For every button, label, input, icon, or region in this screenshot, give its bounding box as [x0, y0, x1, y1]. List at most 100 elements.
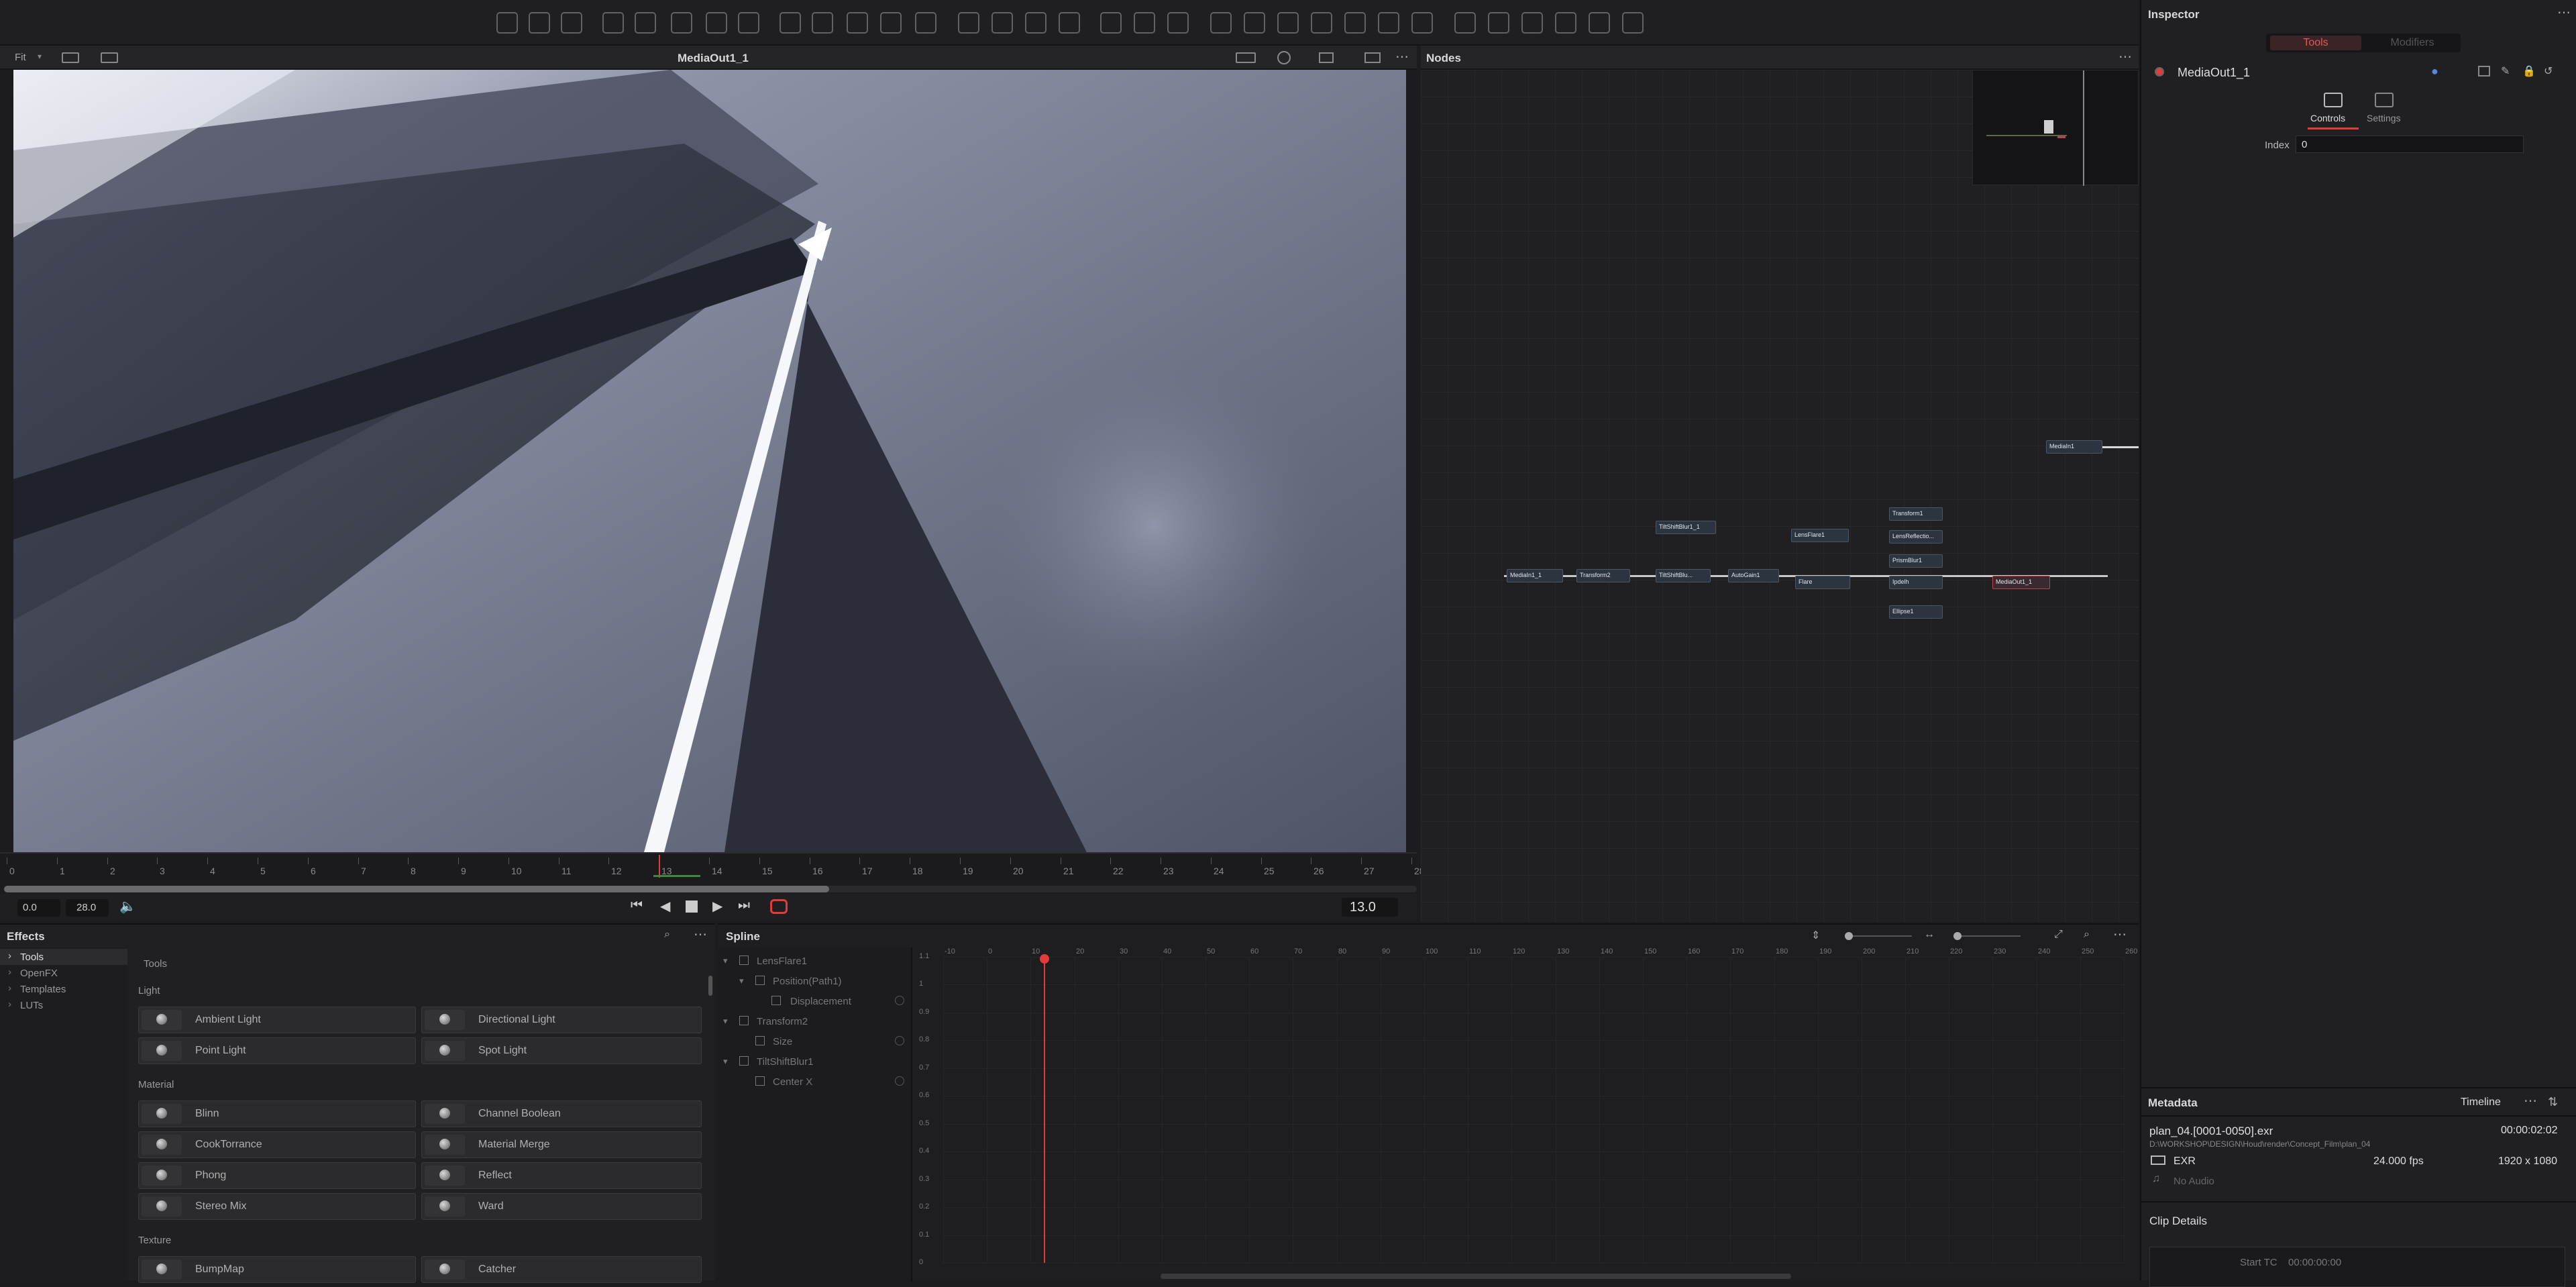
tool-directional-light[interactable]: Directional Light	[421, 1007, 702, 1033]
viewer-lut-icon[interactable]	[101, 52, 118, 63]
node-navigator[interactable]	[1972, 70, 2139, 186]
global-start-field[interactable]: 0.0	[17, 899, 60, 917]
macro-tool-icon[interactable]	[1555, 12, 1576, 34]
saver-tool-icon[interactable]	[1521, 12, 1543, 34]
tree-item-tools[interactable]: Tools	[20, 951, 44, 963]
go-to-end-icon[interactable]: ⏭	[738, 898, 750, 913]
crop-tool-icon[interactable]	[915, 12, 936, 34]
reset-icon[interactable]: ↺	[2544, 64, 2553, 78]
rectangle-tool-icon[interactable]	[958, 12, 979, 34]
go-to-start-icon[interactable]: ⏮	[631, 898, 643, 913]
spline-graph[interactable]: -10 0 10 20 30 40 50 60 70 80 90 100 110 120 130 140 150…	[916, 947, 2137, 1276]
fit-vertical-icon[interactable]: ⇕	[1811, 929, 1820, 942]
particle-emitter-icon[interactable]	[1100, 12, 1122, 34]
fit-horizontal-icon[interactable]: ↔	[1924, 929, 1935, 941]
pin-icon[interactable]: ✎	[2501, 64, 2510, 78]
camera-3d-icon[interactable]	[1311, 12, 1332, 34]
zoom-icon[interactable]: ⌕	[2084, 929, 2090, 941]
spline-playhead-handle[interactable]	[1039, 954, 1049, 964]
chevron-down-icon[interactable]: ▾	[38, 52, 42, 61]
tool-cooktorrance[interactable]: CookTorrance	[138, 1131, 416, 1158]
vertical-zoom-slider[interactable]	[1845, 932, 1912, 940]
text-tool-icon[interactable]	[1454, 12, 1476, 34]
tree-chevron-icon[interactable]: ›	[8, 950, 11, 962]
time-ruler[interactable]: 0 1 2 3 4 5 6 7 8 9 10 11 12 13 14 15 16 17 18 19 20 21 22 23 24…	[0, 852, 1425, 882]
node-color-icon[interactable]: ●	[2431, 64, 2438, 79]
tree-item-luts[interactable]: LUTs	[20, 1000, 43, 1011]
node-lensflare1[interactable]: LensFlare1	[1791, 529, 1849, 542]
color-tool-icon[interactable]	[738, 12, 759, 34]
node-ellipse1[interactable]: Ellipse1	[1889, 605, 1943, 619]
loop-icon[interactable]	[770, 899, 788, 914]
merge-tool-icon[interactable]	[780, 12, 801, 34]
index-field[interactable]: 0	[2296, 136, 2524, 153]
spline-item-tiltshiftblur1[interactable]: TiltShiftBlur1	[757, 1056, 813, 1068]
step-back-icon[interactable]: ◀	[660, 898, 670, 915]
play-forward-icon[interactable]: ▶	[712, 898, 722, 915]
playhead[interactable]	[659, 855, 660, 878]
metadata-more-icon[interactable]: ⋯	[2524, 1092, 2537, 1109]
sort-icon[interactable]: ⇅	[2548, 1095, 2558, 1109]
resize-tool-icon[interactable]	[880, 12, 902, 34]
merge-3d-icon[interactable]	[1277, 12, 1299, 34]
tool-material-merge[interactable]: Material Merge	[421, 1131, 702, 1158]
checkbox-icon[interactable]	[755, 1036, 765, 1045]
tool-catcher[interactable]: Catcher	[421, 1256, 702, 1283]
color-channel-icon[interactable]	[1277, 51, 1291, 64]
keyframe-icon[interactable]	[895, 996, 904, 1005]
transform-tool-icon[interactable]	[812, 12, 833, 34]
node-mediaout1-1[interactable]: MediaOut1_1	[1992, 576, 2050, 589]
node-lensreflection[interactable]: LensReflectio...	[1889, 530, 1943, 544]
loader-tool-icon[interactable]	[1488, 12, 1509, 34]
tool-stereo-mix[interactable]: Stereo Mix	[138, 1193, 416, 1220]
split-view-icon[interactable]	[1364, 52, 1381, 63]
spline-scrollbar[interactable]	[1161, 1274, 1791, 1279]
checkbox-icon[interactable]	[739, 1056, 749, 1066]
spline-item-displacement[interactable]: Displacement	[790, 996, 851, 1007]
viewer-options-icon[interactable]	[62, 52, 79, 63]
node-prismblur1[interactable]: PrismBlur1	[1889, 554, 1943, 568]
spline-playhead[interactable]	[1043, 957, 1045, 1263]
checkbox-icon[interactable]	[755, 976, 765, 985]
bspline-mask-icon[interactable]	[1059, 12, 1080, 34]
light-3d-icon[interactable]	[1344, 12, 1366, 34]
node-tiltshiftblur[interactable]: TiltShiftBlu...	[1656, 569, 1711, 582]
stop-icon[interactable]	[686, 900, 698, 913]
layout-single-icon[interactable]	[1589, 12, 1610, 34]
scroll-thumb[interactable]	[4, 886, 829, 892]
zoom-to-fit-icon[interactable]: ⤢	[2054, 929, 2063, 941]
polygon-tool-icon[interactable]	[635, 12, 656, 34]
renderer-3d-icon[interactable]	[1378, 12, 1399, 34]
text-3d-icon[interactable]	[1244, 12, 1265, 34]
channel-tool-icon[interactable]	[847, 12, 868, 34]
spline-item-lensflare1[interactable]: LensFlare1	[757, 956, 807, 967]
tree-item-templates[interactable]: Templates	[20, 984, 66, 995]
effects-more-icon[interactable]: ⋯	[694, 926, 707, 943]
spline-item-position-path1[interactable]: Position(Path1)	[773, 976, 842, 987]
spline-item-size[interactable]: Size	[773, 1036, 792, 1047]
tab-settings[interactable]: Settings	[2367, 113, 2401, 123]
spline-more-icon[interactable]: ⋯	[2113, 926, 2127, 943]
viewer-canvas[interactable]	[13, 70, 1406, 852]
tree-item-openfx[interactable]: OpenFX	[20, 968, 58, 979]
brush-tool-icon[interactable]	[561, 12, 582, 34]
checkbox-icon[interactable]	[739, 956, 749, 965]
audio-icon[interactable]: 🔈	[119, 898, 136, 915]
settings-icon[interactable]	[2375, 93, 2394, 107]
keyframe-icon[interactable]	[895, 1076, 904, 1086]
timeline-scroll[interactable]	[4, 886, 1417, 892]
tree-chevron-icon[interactable]: ›	[8, 998, 11, 1010]
ellipse-tool-icon[interactable]	[991, 12, 1013, 34]
paint-tool-icon[interactable]	[529, 12, 550, 34]
tab-tools[interactable]: Tools	[2270, 36, 2361, 50]
tool-reflect[interactable]: Reflect	[421, 1162, 702, 1189]
viewer-more-icon[interactable]: ⋯	[1395, 48, 1409, 65]
inspector-more-icon[interactable]: ⋯	[2557, 4, 2571, 21]
spline-item-center-x[interactable]: Center X	[773, 1076, 812, 1088]
search-icon[interactable]: ⌕	[664, 929, 670, 941]
nodes-more-icon[interactable]: ⋯	[2118, 48, 2132, 65]
node-transform1[interactable]: Transform1	[1889, 507, 1943, 521]
background-tool-icon[interactable]	[496, 12, 518, 34]
zoom-fit-dropdown[interactable]: Fit	[15, 52, 26, 63]
shape-3d-icon[interactable]	[1210, 12, 1232, 34]
